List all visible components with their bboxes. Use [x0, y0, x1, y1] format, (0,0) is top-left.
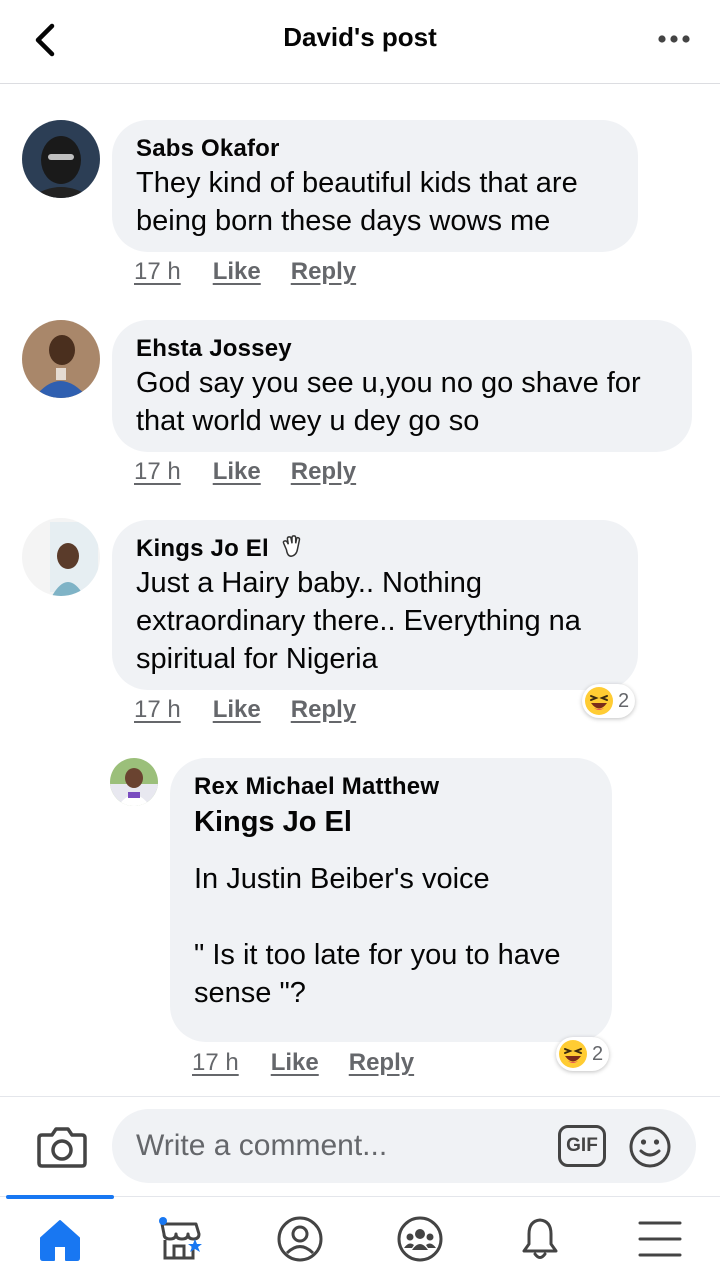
comment-text: God say you see u,you no go shave for th… — [136, 367, 641, 437]
like-button[interactable]: Like — [213, 458, 261, 485]
reaction-count: 2 — [618, 689, 630, 712]
nav-menu[interactable] — [600, 1197, 720, 1280]
waving-hand-icon — [282, 535, 301, 557]
comment-bubble[interactable]: Sabs Okafor They kind of beautiful kids … — [112, 120, 638, 252]
nav-groups[interactable] — [360, 1197, 480, 1280]
tagged-user[interactable]: Kings Jo El — [194, 802, 588, 842]
reaction-badge[interactable]: 2 — [582, 684, 636, 718]
comment-author[interactable]: Kings Jo El — [136, 534, 614, 564]
comment-bubble[interactable]: Kings Jo El Just a Hairy baby.. Nothing … — [112, 520, 638, 690]
comment-input[interactable]: Write a comment... GIF — [112, 1109, 696, 1183]
nav-home[interactable] — [0, 1195, 120, 1280]
top-bar: David's post — [0, 0, 720, 84]
emoji-icon[interactable] — [628, 1125, 672, 1169]
nav-notifications[interactable] — [480, 1197, 600, 1280]
comment-text: Just a Hairy baby.. Nothing extraordinar… — [136, 567, 581, 675]
reply-button[interactable]: Reply — [349, 1049, 414, 1076]
reply-author[interactable]: Rex Michael Matthew — [194, 772, 588, 802]
avatar[interactable] — [22, 120, 100, 198]
reply-bubble[interactable]: Rex Michael Matthew Kings Jo El In Justi… — [170, 758, 612, 1042]
avatar[interactable] — [22, 320, 100, 398]
avatar[interactable] — [110, 758, 158, 806]
reply-button[interactable]: Reply — [291, 258, 356, 285]
haha-emoji-icon — [559, 1040, 587, 1068]
reply-text: In Justin Beiber's voice " Is it too lat… — [194, 863, 561, 1009]
comment-author[interactable]: Ehsta Jossey — [136, 334, 668, 364]
gif-icon[interactable]: GIF — [558, 1125, 606, 1167]
like-button[interactable]: Like — [213, 258, 261, 285]
comment-author[interactable]: Sabs Okafor — [136, 134, 614, 164]
marketplace-icon — [159, 1217, 202, 1260]
page-title: David's post — [283, 22, 437, 52]
like-button[interactable]: Like — [271, 1049, 319, 1076]
comment-actions: 17 h Like Reply — [134, 458, 386, 486]
camera-icon[interactable] — [36, 1121, 88, 1171]
comment-actions: 17 h Like Reply — [134, 696, 386, 724]
reply-button[interactable]: Reply — [291, 696, 356, 723]
haha-emoji-icon — [585, 687, 613, 715]
groups-icon — [397, 1216, 443, 1262]
comment-time[interactable]: 17 h — [134, 458, 181, 485]
more-icon[interactable] — [654, 24, 694, 54]
comment-placeholder: Write a comment... — [136, 1129, 388, 1162]
reaction-badge[interactable]: 2 — [556, 1037, 610, 1071]
comment-composer: Write a comment... GIF — [0, 1096, 720, 1196]
bottom-nav — [0, 1195, 720, 1280]
home-icon — [40, 1220, 80, 1261]
avatar[interactable] — [22, 518, 100, 596]
notifications-icon — [522, 1218, 558, 1259]
comment-actions: 17 h Like Reply — [134, 258, 386, 286]
comment-text: They kind of beautiful kids that are bei… — [136, 167, 578, 237]
nav-marketplace[interactable] — [120, 1197, 240, 1280]
menu-icon — [638, 1221, 682, 1257]
comment-time[interactable]: 17 h — [134, 258, 181, 285]
reaction-count: 2 — [592, 1042, 604, 1065]
comment-bubble[interactable]: Ehsta Jossey God say you see u,you no go… — [112, 320, 692, 452]
like-button[interactable]: Like — [213, 696, 261, 723]
profile-icon — [277, 1216, 323, 1262]
comment-author-name[interactable]: Kings Jo El — [136, 535, 269, 562]
reply-button[interactable]: Reply — [291, 458, 356, 485]
reply-time[interactable]: 17 h — [192, 1049, 239, 1076]
nav-profile[interactable] — [240, 1197, 360, 1280]
comment-time[interactable]: 17 h — [134, 696, 181, 723]
reply-actions: 17 h Like Reply — [192, 1049, 444, 1077]
